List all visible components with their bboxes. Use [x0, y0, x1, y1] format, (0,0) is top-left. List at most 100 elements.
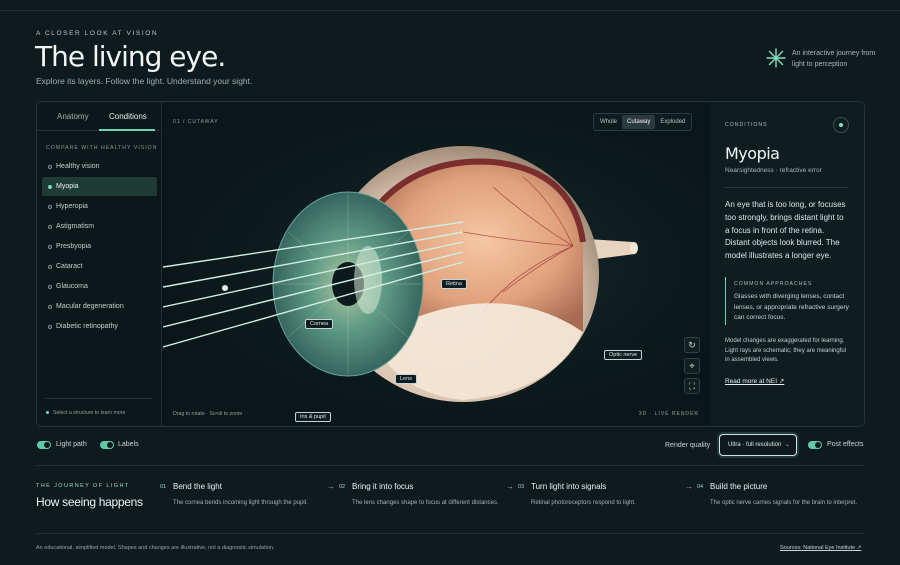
condition-item-cataract[interactable]: Cataract: [42, 257, 157, 276]
ray-focus-point: [222, 285, 228, 291]
page-subtitle: Explore its layers. Follow the light. Un…: [36, 76, 253, 86]
active-tab-indicator: [99, 129, 155, 131]
lens-shape: [354, 246, 382, 314]
read-more-link[interactable]: Read more at NEI ↗: [725, 377, 784, 385]
journey-eyebrow: THE JOURNEY OF LIGHT: [36, 483, 130, 489]
condition-label: Diabetic retinopathy: [56, 323, 118, 330]
labels-toggle[interactable]: [100, 441, 114, 449]
viewport-label: 01 / CUTAWAY: [173, 119, 219, 125]
condition-label: Hyperopia: [56, 203, 88, 210]
callout-optic-nerve[interactable]: Optic nerve: [604, 350, 643, 360]
optic-nerve-end: [630, 242, 638, 254]
approaches-text: Glasses with diverging lenses, contact l…: [734, 293, 849, 321]
condition-item-macular-degeneration[interactable]: Macular degeneration: [42, 297, 157, 316]
footer-disclaimer: An educational, simplified model. Shapes…: [36, 545, 275, 551]
sidebar: Anatomy Conditions COMPARE WITH HEALTHY …: [37, 102, 162, 426]
step-title: Turn light into signals: [531, 482, 607, 491]
condition-dot: [48, 305, 52, 309]
view-mode-whole[interactable]: Whole: [595, 115, 622, 129]
condition-label: Astigmatism: [56, 223, 95, 230]
model-note: Model changes are exaggerated for learni…: [725, 338, 847, 363]
callout-retina[interactable]: Retina: [441, 279, 467, 289]
labels-label: Labels: [118, 441, 139, 448]
arrow-right-icon: →: [327, 482, 335, 491]
condition-label: Myopia: [56, 183, 79, 190]
condition-dot: [48, 205, 52, 209]
callout-label: Iris & pupil: [295, 412, 331, 422]
view-mode-cutaway[interactable]: Cutaway: [622, 115, 656, 129]
condition-label: Cataract: [56, 263, 83, 270]
approaches-heading: COMMON APPROACHES: [734, 281, 813, 287]
explorer-panel: Anatomy Conditions COMPARE WITH HEALTHY …: [36, 101, 865, 427]
details-subtitle: Nearsightedness · refractive error: [725, 167, 822, 174]
condition-dot: [48, 165, 52, 169]
render-quality-select[interactable]: Ultra · full resolution ⌄: [719, 434, 797, 456]
step-description: The lens changes shape to focus at diffe…: [352, 500, 499, 506]
condition-dot: [48, 245, 52, 249]
eye-model[interactable]: [163, 142, 709, 412]
condition-list: Healthy vision Myopia Hyperopia Astigmat…: [42, 157, 157, 337]
approaches-callout: COMMON APPROACHES Glasses with diverging…: [725, 277, 853, 325]
render-status: 3D · LIVE RENDER: [638, 411, 699, 417]
callout-lens[interactable]: Lens: [395, 374, 417, 384]
journey-title: How seeing happens: [36, 495, 143, 509]
tab-conditions[interactable]: Conditions: [109, 112, 147, 121]
light-path-toggle[interactable]: [37, 441, 51, 449]
step-number: 01: [160, 484, 167, 490]
sidebar-tabs: Anatomy Conditions: [37, 102, 162, 131]
condition-label: Presbyopia: [56, 243, 92, 250]
condition-badge-icon: [833, 117, 849, 133]
chevron-down-icon: ⌄: [784, 442, 790, 448]
condition-item-healthy-vision[interactable]: Healthy vision: [42, 157, 157, 176]
condition-label: Healthy vision: [56, 163, 100, 170]
render-quality-label: Render quality: [665, 442, 711, 449]
callout-cornea[interactable]: Cornea: [305, 319, 334, 329]
top-divider: [0, 10, 900, 11]
step-description: The optic nerve carries signals for the …: [710, 500, 858, 506]
header-eyebrow: A CLOSER LOOK AT VISION: [36, 30, 159, 37]
condition-label: Macular degeneration: [56, 303, 124, 310]
condition-item-presbyopia[interactable]: Presbyopia: [42, 237, 157, 256]
condition-item-hyperopia[interactable]: Hyperopia: [42, 197, 157, 216]
3d-viewport[interactable]: 01 / CUTAWAY Whole Cutaway Exploded Reti…: [163, 102, 709, 426]
step-description: The cornea bends incoming light through …: [173, 500, 308, 506]
sidebar-divider: [45, 398, 153, 399]
details-panel: CONDITIONS Myopia Nearsightedness · refr…: [710, 102, 864, 426]
callout-label: Optic nerve: [604, 350, 643, 360]
condition-dot: [48, 225, 52, 229]
sparkle-icon: [766, 48, 786, 68]
condition-item-diabetic-retinopathy[interactable]: Diabetic retinopathy: [42, 317, 157, 336]
light-path-label: Light path: [56, 441, 87, 448]
details-divider: [725, 187, 849, 188]
step-title: Bend the light: [173, 482, 222, 491]
view-mode-exploded[interactable]: Exploded: [655, 115, 690, 129]
condition-item-glaucoma[interactable]: Glaucoma: [42, 277, 157, 296]
step-number: 04: [697, 484, 704, 490]
callout-label: Cornea: [305, 319, 334, 329]
step-title: Bring it into focus: [352, 482, 414, 491]
details-description: An eye that is too long, or focuses too …: [725, 200, 846, 261]
callout-label: Lens: [395, 374, 417, 384]
hint-bullet: [46, 411, 49, 415]
hint-text: Select a structure to learn more: [53, 410, 126, 416]
details-title: Myopia: [725, 144, 780, 163]
sources-link[interactable]: Sources: National Eye Institute ↗: [780, 545, 861, 551]
condition-label: Glaucoma: [56, 283, 88, 290]
condition-item-myopia[interactable]: Myopia: [42, 177, 157, 196]
reset-view-button[interactable]: ↻: [684, 337, 700, 353]
post-effects-toggle[interactable]: [808, 441, 822, 449]
callout-iris[interactable]: Iris & pupil: [295, 412, 331, 422]
journey-note: An interactive journey from light to per…: [792, 50, 876, 68]
tab-anatomy[interactable]: Anatomy: [57, 112, 89, 121]
details-eyebrow: CONDITIONS: [725, 122, 768, 128]
condition-item-astigmatism[interactable]: Astigmatism: [42, 217, 157, 236]
step-title: Build the picture: [710, 482, 768, 491]
footer-divider: [36, 533, 865, 534]
step-number: 03: [518, 484, 525, 490]
condition-dot: [48, 325, 52, 329]
fullscreen-button[interactable]: ⛶: [684, 378, 700, 394]
arrow-right-icon: →: [685, 482, 693, 491]
compare-label: COMPARE WITH HEALTHY VISION: [46, 145, 158, 151]
arrow-right-icon: →: [506, 482, 514, 491]
center-view-button[interactable]: ⌖: [684, 358, 700, 374]
